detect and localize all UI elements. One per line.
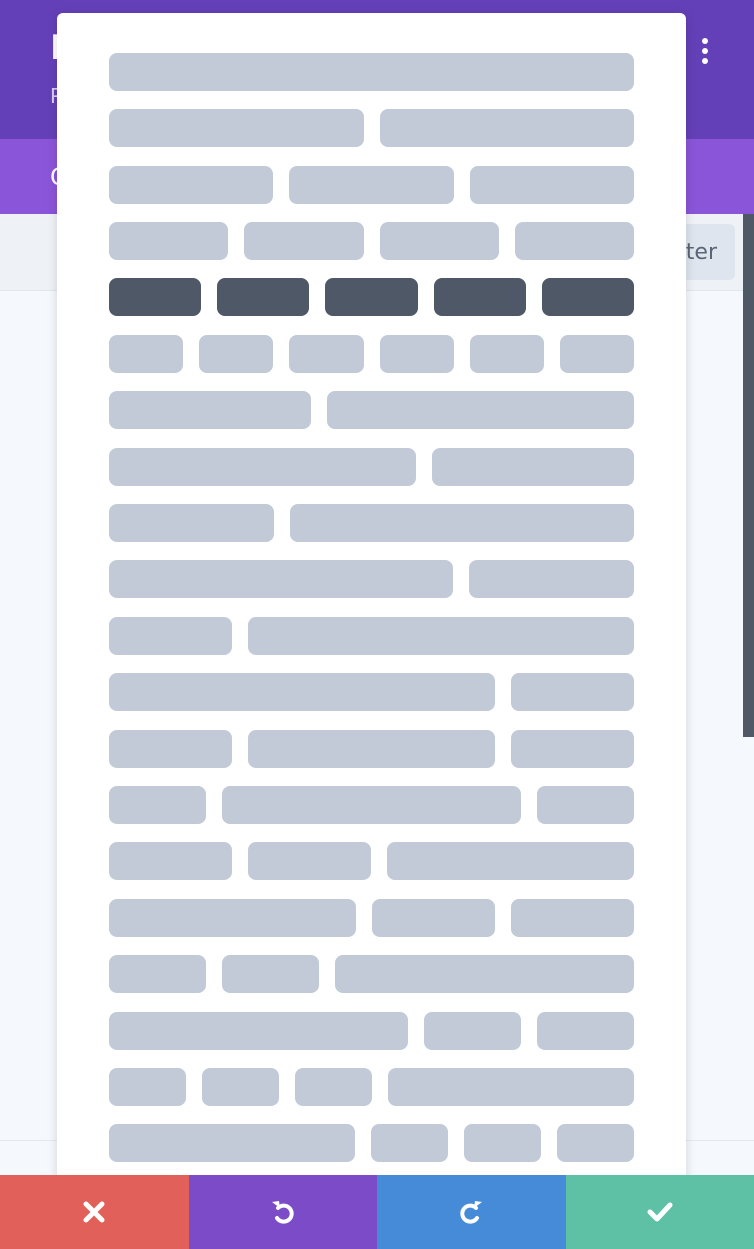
- skeleton-row: [109, 786, 634, 824]
- skeleton-bar: [109, 560, 453, 598]
- skeleton-bar: [222, 955, 319, 993]
- skeleton-row: [109, 955, 634, 993]
- skeleton-bar: [537, 786, 634, 824]
- skeleton-bar: [424, 1012, 521, 1050]
- skeleton-bar: [537, 1012, 634, 1050]
- skeleton-bar: [109, 166, 274, 204]
- skeleton-bar: [290, 504, 634, 542]
- check-icon: [647, 1202, 673, 1222]
- skeleton-bar: [432, 448, 634, 486]
- skeleton-row: [109, 109, 634, 147]
- skeleton-bar: [109, 1124, 355, 1162]
- skeleton-bar: [248, 730, 495, 768]
- skeleton-bar: [387, 842, 634, 880]
- skeleton-row: [109, 448, 634, 486]
- skeleton-bar: [469, 335, 544, 373]
- skeleton-bar: [335, 955, 634, 993]
- skeleton-row: [109, 1068, 634, 1106]
- skeleton-bar: [511, 899, 634, 937]
- skeleton-bar: [199, 335, 274, 373]
- skeleton-bar: [244, 222, 364, 260]
- close-icon: [83, 1201, 105, 1223]
- skeleton-bar: [469, 166, 634, 204]
- skeleton-row: [109, 842, 634, 880]
- skeleton-bar: [511, 673, 634, 711]
- undo-icon: [271, 1201, 294, 1224]
- skeleton-bar: [109, 448, 416, 486]
- scrollbar[interactable]: [743, 214, 754, 737]
- skeleton-bar: [325, 278, 418, 316]
- cancel-button[interactable]: [0, 1175, 189, 1249]
- skeleton-bar: [109, 955, 206, 993]
- skeleton-bar: [217, 278, 310, 316]
- redo-icon: [460, 1201, 483, 1224]
- skeleton-bar: [371, 1124, 448, 1162]
- skeleton-bar: [109, 673, 495, 711]
- skeleton-bar: [109, 278, 202, 316]
- skeleton-bar: [388, 1068, 634, 1106]
- skeleton-bar: [109, 109, 364, 147]
- skeleton-bar: [557, 1124, 634, 1162]
- skeleton-bar: [379, 222, 499, 260]
- action-bar: [0, 1175, 754, 1249]
- skeleton-bar: [248, 617, 634, 655]
- skeleton-row: [109, 391, 634, 429]
- skeleton-bar: [433, 278, 526, 316]
- skeleton-bar: [109, 391, 311, 429]
- save-button[interactable]: [565, 1175, 754, 1249]
- skeleton-bar: [109, 222, 229, 260]
- skeleton-bar: [109, 842, 232, 880]
- skeleton-bar: [469, 560, 634, 598]
- skeleton-row: [109, 899, 634, 937]
- skeleton-bar: [514, 222, 634, 260]
- skeleton-bar: [295, 1068, 372, 1106]
- skeleton-row: [109, 335, 635, 373]
- skeleton-row: [109, 673, 634, 711]
- skeleton-bar: [109, 504, 274, 542]
- skeleton-bar: [511, 730, 634, 768]
- skeleton-bar: [327, 391, 634, 429]
- skeleton-row: [109, 617, 634, 655]
- skeleton-bar: [289, 166, 454, 204]
- skeleton-bar: [464, 1124, 541, 1162]
- loading-skeleton-modal: [57, 13, 686, 1202]
- skeleton-bar: [222, 786, 521, 824]
- skeleton-bar: [109, 1068, 186, 1106]
- skeleton-bar: [248, 842, 371, 880]
- skeleton-bar: [372, 899, 495, 937]
- skeleton-bar: [109, 899, 356, 937]
- undo-button[interactable]: [188, 1175, 377, 1249]
- skeleton-bar: [109, 1012, 408, 1050]
- skeleton-row: [109, 1012, 634, 1050]
- skeleton-row: [109, 166, 634, 204]
- skeleton-bar: [379, 335, 454, 373]
- kebab-icon[interactable]: [690, 36, 720, 66]
- skeleton-bar: [379, 109, 634, 147]
- skeleton-row: [109, 504, 634, 542]
- skeleton-bar: [559, 335, 635, 373]
- skeleton-row: [109, 560, 634, 598]
- skeleton-bar: [109, 786, 206, 824]
- skeleton-row: [109, 53, 634, 91]
- skeleton-bar: [109, 335, 184, 373]
- skeleton-row: [109, 222, 634, 260]
- redo-button[interactable]: [377, 1175, 566, 1249]
- skeleton-bar: [109, 730, 232, 768]
- skeleton-row: [109, 1124, 634, 1162]
- skeleton-bar: [541, 278, 635, 316]
- skeleton-bar: [109, 53, 634, 91]
- skeleton-bar: [202, 1068, 279, 1106]
- skeleton-row: [109, 730, 634, 768]
- skeleton-bar: [289, 335, 364, 373]
- skeleton-row: [109, 278, 635, 316]
- skeleton-bar: [109, 617, 232, 655]
